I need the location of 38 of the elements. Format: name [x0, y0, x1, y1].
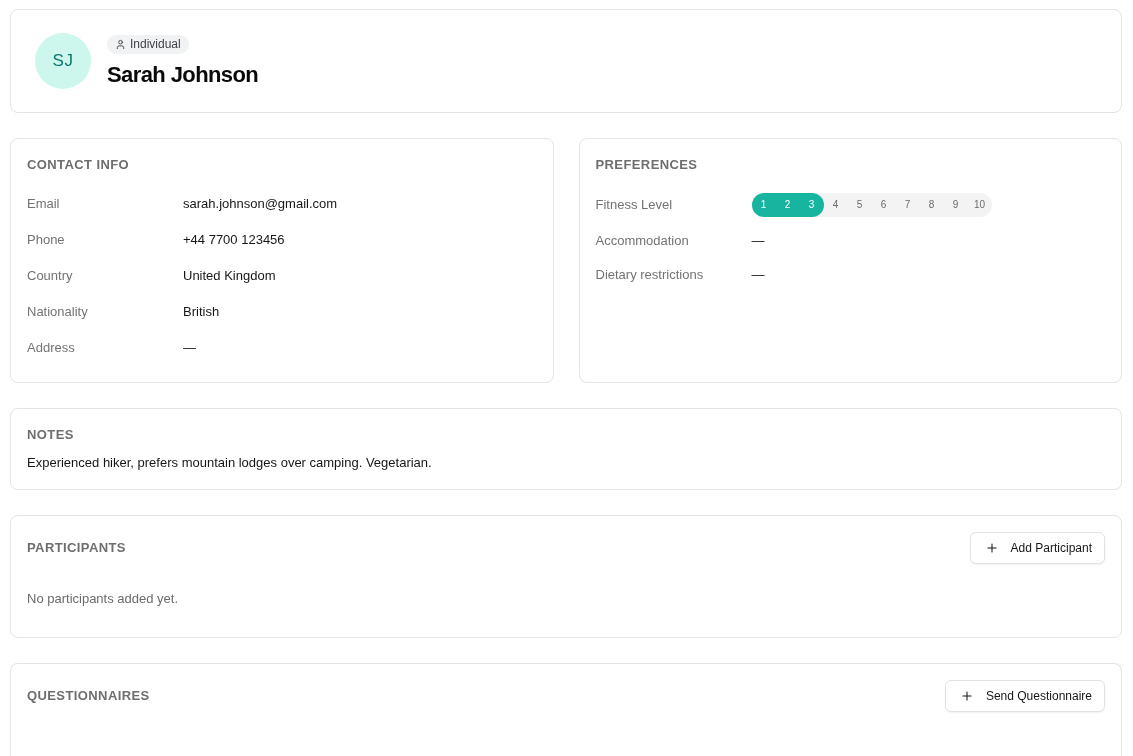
scale-step[interactable]: 9 [943, 193, 968, 217]
section-heading: QUESTIONNAIRES [27, 687, 150, 705]
field-value: United Kingdom [183, 267, 276, 285]
field-value: — [751, 232, 765, 250]
field-label: Country [27, 267, 74, 285]
field-label: Fitness Level [595, 196, 674, 214]
scale-step[interactable]: 4 [823, 193, 848, 217]
field-label: Accommodation [595, 232, 690, 250]
section-heading: CONTACT INFO [27, 156, 131, 174]
field-label: Nationality [27, 303, 89, 321]
empty-state-text: No participants added yet. [27, 590, 180, 608]
profile-name: Sarah Johnson [107, 60, 259, 88]
field-value: sarah.johnson@gmail.com [183, 195, 338, 213]
field-label: Address [27, 339, 76, 357]
fitness-scale-track[interactable]: 1 2 3 4 5 6 7 8 9 10 [751, 193, 992, 217]
notes-text: Experienced hiker, prefers mountain lodges over camping. Vegetarian. [27, 454, 433, 472]
field-label: Dietary restrictions [595, 266, 705, 284]
badge-label: Individual [130, 36, 181, 52]
field-value: — [751, 266, 765, 284]
scale-step[interactable]: 8 [919, 193, 944, 217]
plus-icon [984, 541, 999, 555]
send-questionnaire-button[interactable]: Send Questionnaire [944, 680, 1105, 712]
field-label: Phone [27, 231, 66, 249]
section-heading: NOTES [27, 426, 75, 444]
scale-step[interactable]: 7 [895, 193, 920, 217]
plus-icon [959, 689, 974, 703]
scale-step[interactable]: 5 [847, 193, 872, 217]
field-value: +44 7700 123456 [183, 231, 285, 249]
scale-step[interactable]: 10 [967, 193, 992, 217]
field-value: British [183, 303, 220, 321]
add-participant-button[interactable]: Add Participant [969, 532, 1105, 564]
field-label: Email [27, 195, 61, 213]
section-heading: PREFERENCES [595, 156, 699, 174]
initials-avatar: SJ [35, 33, 91, 89]
scale-step[interactable]: 6 [871, 193, 896, 217]
section-heading: PARTICIPANTS [27, 539, 126, 557]
field-value: — [183, 339, 196, 357]
person-icon [115, 38, 126, 50]
